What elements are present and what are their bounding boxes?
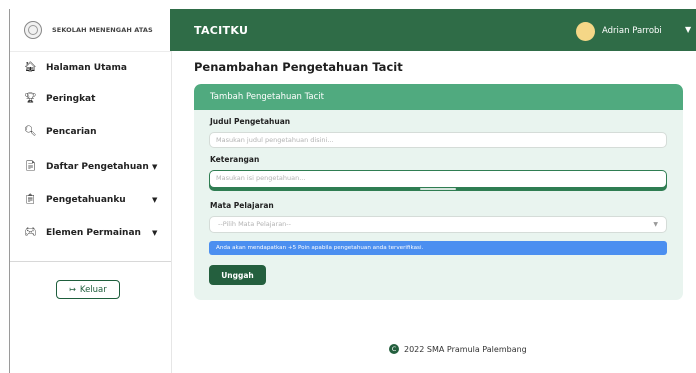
page-title: Penambahan Pengetahuan Tacit (194, 60, 403, 74)
app-window: SEKOLAH MENENGAH ATAS 🏠︎ Halaman Utama 🏆… (0, 0, 696, 373)
sidebar-item-pengetahuanku[interactable]: 📋︎ Pengetahuanku ▼ (10, 190, 171, 210)
document-icon: 📄︎ (24, 161, 37, 172)
sidebar-item-elemen-permainan[interactable]: 🎮︎ Elemen Permainan ▼ (10, 223, 171, 243)
trophy-icon: 🏆︎ (24, 93, 37, 104)
subject-selected-value: --Pilih Mata Pelajaran-- (218, 220, 291, 228)
sidebar-item-label: Halaman Utama (46, 63, 127, 73)
sidebar-item-peringkat[interactable]: 🏆︎ Peringkat (10, 89, 171, 109)
logout-label: Keluar (79, 284, 107, 295)
top-header: TACITKU Adrian Parrobi ▼ (170, 9, 696, 51)
footer-text: 2022 SMA Pramula Palembang (404, 344, 527, 354)
top-edge (0, 0, 696, 9)
avatar[interactable] (576, 22, 595, 41)
title-input[interactable]: Masukan judul pengetahuan disini... (209, 132, 667, 148)
add-knowledge-card: Tambah Pengetahuan Tacit Judul Pengetahu… (194, 84, 683, 300)
sidebar-item-halaman-utama[interactable]: 🏠︎ Halaman Utama (10, 58, 171, 78)
sidebar-brand[interactable]: SEKOLAH MENENGAH ATAS (10, 9, 171, 52)
sidebar-item-label: Elemen Permainan (46, 228, 141, 238)
upload-button[interactable]: Unggah (209, 265, 266, 285)
sidebar: SEKOLAH MENENGAH ATAS 🏠︎ Halaman Utama 🏆… (9, 9, 172, 373)
title-field-label: Judul Pengetahuan (210, 117, 291, 126)
sidebar-item-daftar-pengetahuan[interactable]: 📄︎ Daftar Pengetahuan ▼ (10, 157, 171, 177)
chevron-down-icon[interactable]: ▼ (152, 229, 157, 237)
home-icon: 🏠︎ (24, 62, 37, 73)
sidebar-item-label: Daftar Pengetahuan (46, 162, 149, 172)
description-field-label: Keterangan (210, 155, 260, 164)
sidebar-item-pencarian[interactable]: 🔍︎ Pencarian (10, 122, 171, 142)
subject-field-label: Mata Pelajaran (210, 201, 274, 210)
search-icon: 🔍︎ (24, 126, 37, 137)
chevron-down-icon[interactable]: ▼ (152, 196, 157, 204)
card-title: Tambah Pengetahuan Tacit (210, 92, 325, 102)
school-logo-icon (24, 21, 42, 39)
logout-button[interactable]: ↦ Keluar (56, 280, 120, 299)
sidebar-item-label: Pencarian (46, 127, 97, 137)
chevron-down-icon: ▼ (653, 221, 658, 228)
description-textarea[interactable]: Masukan isi pengetahuan... (210, 171, 666, 187)
sidebar-item-label: Pengetahuanku (46, 195, 126, 205)
user-menu-chevron-icon[interactable]: ▼ (685, 25, 691, 34)
resize-handle[interactable] (420, 188, 456, 190)
copyright-icon: C (389, 344, 399, 354)
user-name[interactable]: Adrian Parrobi (602, 26, 662, 36)
sidebar-divider (10, 261, 171, 262)
description-textarea-frame: Masukan isi pengetahuan... (209, 170, 667, 191)
chevron-down-icon[interactable]: ▼ (152, 163, 157, 171)
gamepad-icon: 🎮︎ (24, 227, 37, 238)
logout-icon: ↦ (69, 285, 76, 294)
clipboard-icon: 📋︎ (24, 194, 37, 205)
footer: C 2022 SMA Pramula Palembang (389, 344, 527, 354)
sidebar-item-label: Peringkat (46, 94, 96, 104)
info-alert: Anda akan mendapatkan +5 Poin apabila pe… (209, 241, 667, 255)
subject-select[interactable]: --Pilih Mata Pelajaran-- ▼ (209, 216, 667, 233)
school-name: SEKOLAH MENENGAH ATAS (52, 26, 153, 34)
app-title[interactable]: TACITKU (194, 24, 248, 37)
card-header: Tambah Pengetahuan Tacit (194, 84, 683, 110)
